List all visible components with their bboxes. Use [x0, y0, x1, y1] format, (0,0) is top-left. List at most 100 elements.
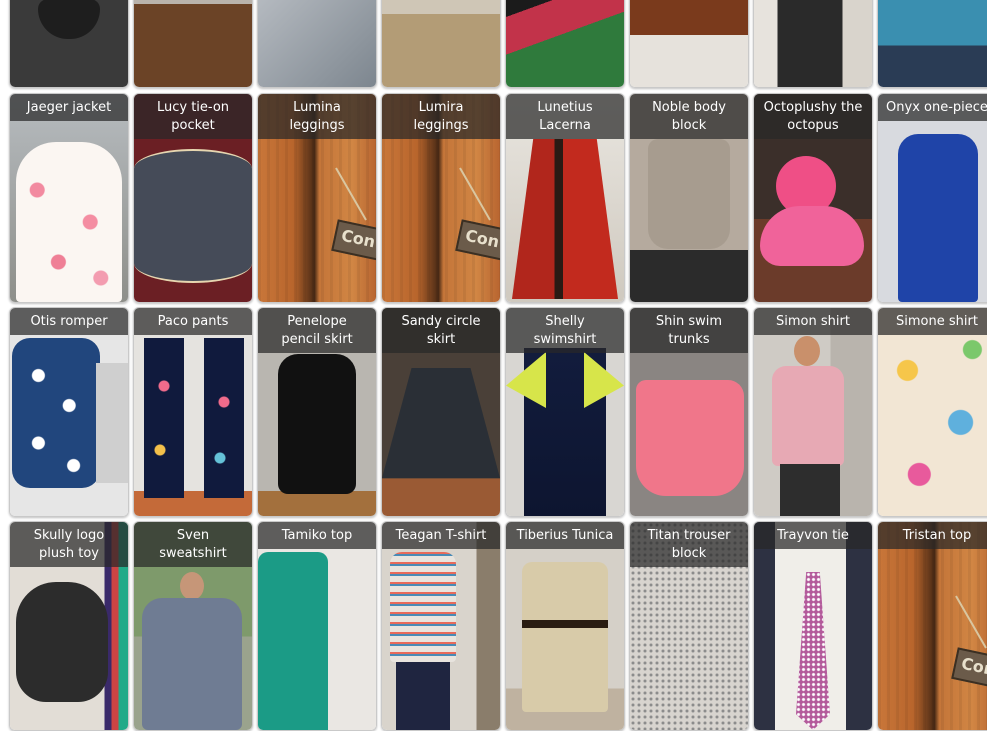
- product-card[interactable]: Paco pants: [133, 307, 253, 517]
- product-title: Paco pants: [134, 308, 252, 335]
- product-card[interactable]: Octoplushy the octopus: [753, 93, 873, 303]
- product-title: Onyx one-piece: [878, 94, 987, 121]
- flamingo-jacket-graphic: [16, 142, 122, 302]
- product-card[interactable]: Simon shirt: [753, 307, 873, 517]
- product-thumbnail: [10, 308, 128, 516]
- tie-graphic: [796, 572, 830, 730]
- romper-back-graphic: [96, 363, 128, 483]
- product-card[interactable]: Otis romper: [9, 307, 129, 517]
- product-title: Trayvon tie: [754, 522, 872, 549]
- product-card[interactable]: [257, 0, 377, 88]
- product-title: Simon shirt: [754, 308, 872, 335]
- sign-graphic: Con: [455, 219, 500, 261]
- rope-graphic: [335, 167, 367, 221]
- product-title: Jaeger jacket: [10, 94, 128, 121]
- product-card[interactable]: Shin swim trunks: [629, 307, 749, 517]
- product-card[interactable]: [753, 0, 873, 88]
- product-card[interactable]: Lunetius Lacerna: [505, 93, 625, 303]
- product-thumbnail: [382, 0, 500, 87]
- skull-plush-graphic: [16, 582, 108, 702]
- product-card[interactable]: Con Lumira leggings: [381, 93, 501, 303]
- product-card[interactable]: Penelope pencil skirt: [257, 307, 377, 517]
- romper-graphic: [12, 338, 100, 488]
- product-title: Teagan T-shirt: [382, 522, 500, 549]
- product-thumbnail: [754, 308, 872, 516]
- product-title: Noble body block: [630, 94, 748, 139]
- product-thumbnail: Con: [878, 522, 987, 730]
- tshirt-graphic: [390, 552, 456, 662]
- product-title: Sandy circle skirt: [382, 308, 500, 353]
- product-thumbnail: [134, 308, 252, 516]
- product-thumbnail: [258, 0, 376, 87]
- product-thumbnail: [506, 0, 624, 87]
- product-card[interactable]: [381, 0, 501, 88]
- product-card[interactable]: Sandy circle skirt: [381, 307, 501, 517]
- product-thumbnail: [878, 94, 987, 302]
- pocket-graphic: [134, 149, 252, 283]
- product-card[interactable]: [133, 0, 253, 88]
- product-card[interactable]: Shelly swimshirt: [505, 307, 625, 517]
- product-thumbnail: [878, 0, 987, 87]
- product-thumbnail: [134, 0, 252, 87]
- product-title: Octoplushy the octopus: [754, 94, 872, 139]
- product-title: Penelope pencil skirt: [258, 308, 376, 353]
- product-grid: Jaeger jacket Lucy tie-on pocket Con Lum…: [0, 0, 987, 731]
- product-title: Skully logo plush toy: [10, 522, 128, 567]
- product-card[interactable]: [877, 0, 987, 88]
- product-title: Lucy tie-on pocket: [134, 94, 252, 139]
- product-card[interactable]: Lucy tie-on pocket: [133, 93, 253, 303]
- product-title: Titan trouser block: [630, 522, 748, 567]
- product-thumbnail: [878, 308, 987, 516]
- rope-graphic: [955, 595, 987, 649]
- bodice-graphic: [648, 139, 730, 249]
- pants-left-leg-graphic: [144, 338, 184, 498]
- person-head-graphic: [180, 572, 204, 600]
- product-thumbnail: [10, 94, 128, 302]
- product-thumbnail: [506, 522, 624, 730]
- circle-skirt-graphic: [382, 368, 500, 478]
- trunks-graphic: [636, 380, 744, 496]
- pants-right-leg-graphic: [204, 338, 244, 498]
- sweatshirt-graphic: [142, 598, 242, 730]
- product-card[interactable]: Simone shirt: [877, 307, 987, 517]
- rope-graphic: [459, 167, 491, 221]
- top-graphic: [258, 552, 328, 730]
- product-title: Tristan top: [878, 522, 987, 549]
- product-title: Tiberius Tunica: [506, 522, 624, 549]
- skirt-graphic: [278, 354, 356, 494]
- sign-graphic: Con: [951, 647, 987, 689]
- product-card[interactable]: [629, 0, 749, 88]
- product-title: Lumira leggings: [382, 94, 500, 139]
- product-title: Simone shirt: [878, 308, 987, 335]
- trousers-graphic: [780, 464, 840, 516]
- product-card[interactable]: Con Lumina leggings: [257, 93, 377, 303]
- product-thumbnail: [258, 522, 376, 730]
- face-mask-graphic: [38, 0, 100, 39]
- product-thumbnail: [754, 522, 872, 730]
- product-card[interactable]: Noble body block: [629, 93, 749, 303]
- product-title: Lumina leggings: [258, 94, 376, 139]
- product-thumbnail: [630, 0, 748, 87]
- product-card[interactable]: [9, 0, 129, 88]
- product-card[interactable]: Onyx one-piece: [877, 93, 987, 303]
- product-title: Sven sweatshirt: [134, 522, 252, 567]
- product-card[interactable]: Jaeger jacket: [9, 93, 129, 303]
- person-head-graphic: [794, 336, 820, 366]
- sign-graphic: Con: [331, 219, 376, 261]
- jeans-graphic: [396, 662, 450, 730]
- product-title: Shin swim trunks: [630, 308, 748, 353]
- product-title: Tamiko top: [258, 522, 376, 549]
- shirt-graphic: [772, 366, 844, 466]
- tunic-graphic: [522, 562, 608, 712]
- product-thumbnail: [382, 522, 500, 730]
- octopus-tentacles-graphic: [760, 206, 864, 266]
- belt-graphic: [522, 620, 608, 628]
- product-title: Shelly swimshirt: [506, 308, 624, 353]
- product-title: Otis romper: [10, 308, 128, 335]
- product-thumbnail: [754, 0, 872, 87]
- product-card[interactable]: [505, 0, 625, 88]
- product-title: Lunetius Lacerna: [506, 94, 624, 139]
- cloak-graphic: [512, 139, 618, 299]
- jumpsuit-graphic: [898, 134, 978, 302]
- product-thumbnail: [10, 0, 128, 87]
